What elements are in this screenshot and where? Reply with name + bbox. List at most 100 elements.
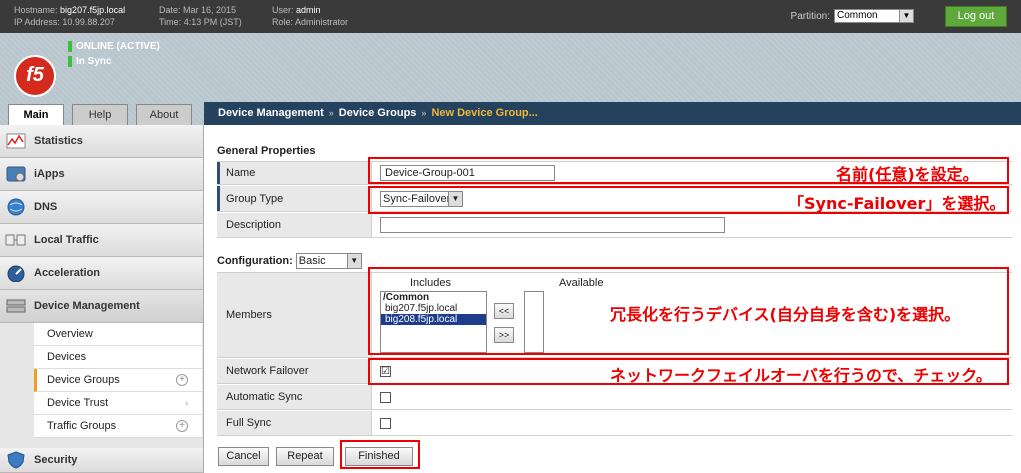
automatic-sync-checkbox[interactable] [380,391,391,403]
sidebar-sub-overview[interactable]: Overview [34,323,202,346]
sidebar-item-local-traffic[interactable]: Local Traffic [0,224,203,257]
cancel-button[interactable]: Cancel [218,447,269,466]
add-icon[interactable]: + [176,420,188,432]
status-sync: In Sync [76,56,112,67]
ip-label: IP Address: [14,17,60,27]
chevron-down-icon: ▼ [899,10,913,22]
host-info: Hostname: big207.f5jp.local IP Address: … [14,4,125,28]
role-label: Role: [272,17,294,27]
full-sync-row: Full Sync [217,411,1012,436]
network-failover-checkbox[interactable]: ☑ [380,365,391,377]
configuration-label: Configuration: [217,255,293,267]
tab-about[interactable]: About [136,104,192,125]
configuration-select-value: Basic [298,255,326,267]
sidebar-item-label: Acceleration [34,267,101,279]
includes-label: Includes [410,277,451,289]
date-value: Mar 16, 2015 [183,5,237,15]
sidebar-sub-label: Device Groups [47,374,120,386]
annotation-group-type: 「Sync-Failover」を選択。 [788,194,1006,213]
general-properties-title: General Properties [217,145,316,157]
breadcrumb-separator-icon: » [421,108,427,118]
date-label: Date: [159,5,181,15]
breadcrumb-current: New Device Group... [431,107,538,119]
logout-button[interactable]: Log out [945,6,1007,27]
iapps-icon [4,165,28,183]
hostname-label: Hostname: [14,5,58,15]
configuration-select[interactable]: Basic ▼ [295,253,362,269]
full-sync-label: Full Sync [217,411,372,435]
role-value: Administrator [295,17,349,27]
automatic-sync-label: Automatic Sync [217,385,372,409]
breadcrumb-device-management[interactable]: Device Management [218,107,324,119]
annotation-network-failover: ネットワークフェイルオーバを行うので、チェック。 [610,366,992,385]
local-traffic-icon [4,231,28,249]
partition-select-value: Common [837,10,878,21]
breadcrumb: Device Management » Device Groups » New Devi… [204,102,1021,125]
sidebar-item-label: Local Traffic [34,234,99,246]
available-listbox[interactable] [524,291,544,353]
sidebar-sub-device-trust[interactable]: Device Trust › [34,392,202,415]
sidebar-sub-devices[interactable]: Devices [34,346,202,369]
group-type-select[interactable]: Sync-Failover ▼ [380,190,463,207]
available-label: Available [559,277,604,289]
members-label: Members [217,273,372,357]
description-row: Description [217,213,1012,238]
acceleration-icon [4,264,28,282]
sidebar-sub-traffic-groups[interactable]: Traffic Groups + [34,415,202,438]
full-sync-checkbox[interactable] [380,417,391,429]
status-online: ONLINE (ACTIVE) [76,41,160,52]
sidebar-item-security[interactable]: Security [0,448,203,473]
list-item[interactable]: big208.f5jp.local [381,314,486,325]
partition-select[interactable]: Common ▼ [834,9,914,23]
breadcrumb-separator-icon: » [328,108,334,118]
f5-logo: f5 [14,55,56,97]
sidebar-item-acceleration[interactable]: Acceleration [0,257,203,290]
annotation-name: 名前(任意)を設定。 [836,165,979,184]
tab-main[interactable]: Main [8,104,64,126]
user-info: User: admin Role: Administrator [272,4,348,28]
ip-value: 10.99.88.207 [62,17,115,27]
sidebar-item-label: iApps [34,168,65,180]
security-icon [4,451,28,469]
partition-selector: Partition: Common ▼ [791,9,914,23]
name-input[interactable]: Device-Group-001 [380,165,555,181]
move-right-button[interactable]: >> [494,327,514,343]
includes-listbox[interactable]: /Common big207.f5jp.local big208.f5jp.lo… [380,291,487,353]
sync-indicator-icon [68,56,72,67]
network-failover-label: Network Failover [217,359,372,383]
description-input[interactable] [380,217,725,233]
datetime-info: Date: Mar 16, 2015 Time: 4:13 PM (JST) [159,4,242,28]
chevron-down-icon: ▼ [346,254,361,268]
device-management-icon [4,297,28,315]
group-type-label: Group Type [217,186,372,211]
finished-button[interactable]: Finished [345,447,413,466]
list-item[interactable]: big207.f5jp.local [381,303,486,314]
name-label: Name [217,162,372,184]
chevron-right-icon: › [185,398,188,408]
list-item[interactable]: /Common [381,292,486,303]
sidebar-item-iapps[interactable]: iApps [0,158,203,191]
annotation-members: 冗長化を行うデバイス(自分自身を含む)を選択。 [610,305,961,324]
breadcrumb-device-groups[interactable]: Device Groups [339,107,417,119]
add-icon[interactable]: + [176,374,188,386]
time-value: 4:13 PM (JST) [183,17,242,27]
sidebar-item-dns[interactable]: DNS [0,191,203,224]
sidebar-sub-device-groups[interactable]: Device Groups + [34,369,202,392]
sidebar-item-statistics[interactable]: Statistics [0,125,203,158]
move-left-button[interactable]: << [494,303,514,319]
description-label: Description [217,213,372,237]
group-type-select-value: Sync-Failover [383,192,451,205]
tab-help[interactable]: Help [72,104,128,125]
dns-icon [4,198,28,216]
repeat-button[interactable]: Repeat [276,447,334,466]
hostname-value: big207.f5jp.local [60,5,126,15]
chevron-down-icon: ▼ [448,191,462,206]
sidebar-item-device-management[interactable]: Device Management [0,290,203,323]
sidebar-sub-label: Device Trust [47,397,109,409]
sidebar-item-label: DNS [34,201,58,213]
sidebar-item-label: Statistics [34,135,83,147]
configuration-section: Configuration: Basic ▼ [217,253,362,269]
sidebar-item-label: Security [34,454,78,466]
sidebar: Statistics iApps DNS Local Traffic Accel… [0,125,204,473]
time-label: Time: [159,17,182,27]
